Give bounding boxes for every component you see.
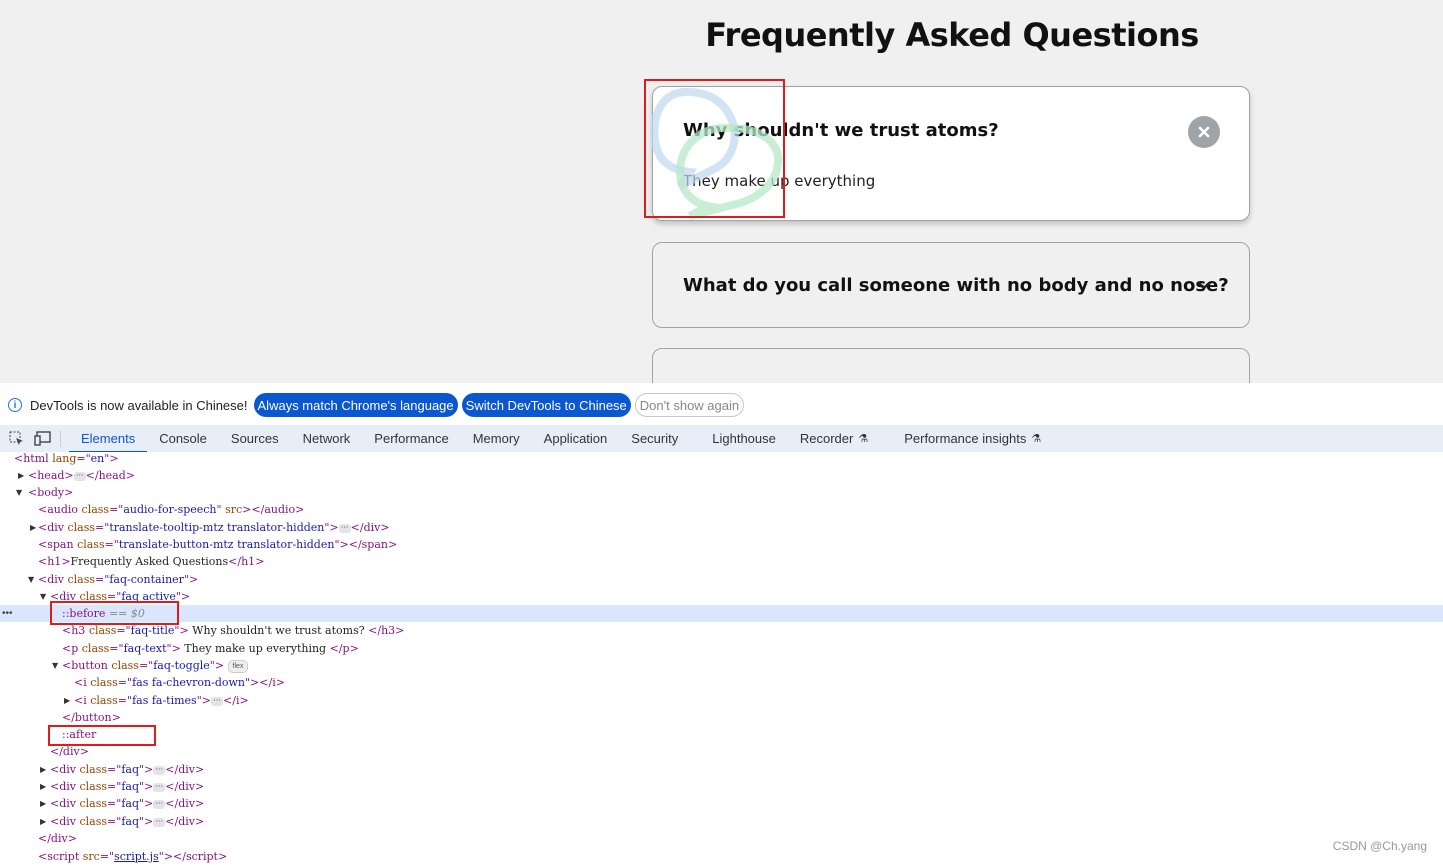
script-link[interactable]: script.js: [114, 850, 159, 863]
dom-node-div-close[interactable]: </div>: [0, 743, 1443, 760]
dismiss-button[interactable]: Don't show again: [634, 393, 745, 417]
expand-triangle-icon[interactable]: ▶: [40, 795, 46, 812]
dom-node-faq-active[interactable]: ▼ <div class="faq active">: [0, 588, 1443, 605]
experiment-icon: ⚗: [858, 433, 869, 445]
expand-triangle-icon[interactable]: ▶: [40, 778, 46, 795]
dom-node-button[interactable]: ▼ <button class="faq-toggle"> flex: [0, 657, 1443, 674]
device-toolbar-icon[interactable]: [32, 425, 52, 452]
watermark: CSDN @Ch.yang: [1332, 839, 1427, 853]
dom-node-h3[interactable]: <h3 class="faq-title"> Why shouldn't we …: [0, 622, 1443, 639]
tab-console[interactable]: Console: [147, 425, 219, 452]
collapse-triangle-icon[interactable]: ▼: [16, 484, 22, 501]
devtools-infobar: i DevTools is now available in Chinese! …: [0, 385, 1443, 425]
times-icon: [1198, 126, 1210, 138]
ellipsis-icon[interactable]: ···: [338, 523, 351, 533]
more-options-icon[interactable]: •••: [2, 605, 13, 622]
expand-triangle-icon[interactable]: ▶: [30, 519, 36, 536]
dom-node-faq[interactable]: ▶ <div class="faq"> ··· </div>: [0, 813, 1443, 830]
infobar-message: DevTools is now available in Chinese!: [30, 397, 248, 413]
ellipsis-icon[interactable]: ···: [73, 471, 86, 481]
faq-item: [652, 348, 1250, 383]
expand-triangle-icon[interactable]: ▶: [40, 813, 46, 830]
tab-memory[interactable]: Memory: [461, 425, 532, 452]
page-viewport: Frequently Asked Questions Why shouldn't…: [0, 0, 1443, 383]
ellipsis-icon[interactable]: ···: [153, 782, 166, 792]
separator: [60, 430, 61, 447]
expand-triangle-icon[interactable]: ▶: [40, 761, 46, 778]
collapse-triangle-icon[interactable]: ▼: [40, 588, 46, 605]
dom-node-after[interactable]: ::after: [0, 726, 1443, 743]
dom-node-faq[interactable]: ▶ <div class="faq"> ··· </div>: [0, 778, 1443, 795]
tab-label: Performance insights: [904, 431, 1027, 446]
dom-node-head[interactable]: ▶ <head> ··· </head>: [0, 467, 1443, 484]
faq-item-active: Why shouldn't we trust atoms? They make …: [652, 86, 1250, 221]
expand-triangle-icon[interactable]: ▶: [18, 467, 24, 484]
dom-node-span[interactable]: <span class="translate-button-mtz transl…: [0, 536, 1443, 553]
tab-performance[interactable]: Performance: [362, 425, 460, 452]
collapse-triangle-icon[interactable]: ▼: [52, 657, 58, 674]
dom-node-tooltip[interactable]: ▶ <div class="translate-tooltip-mtz trans…: [0, 519, 1443, 536]
tab-elements[interactable]: Elements: [69, 425, 148, 453]
collapse-triangle-icon[interactable]: ▼: [28, 571, 34, 588]
faq-answer: They make up everything: [683, 172, 876, 190]
ellipsis-icon[interactable]: ···: [153, 765, 166, 775]
dom-node-before[interactable]: •••::before == $0: [0, 605, 1443, 622]
expand-triangle-icon[interactable]: ▶: [64, 692, 70, 709]
elements-tree: <html lang="en"> ▶ <head> ··· </head> ▼ <bod…: [0, 452, 1443, 863]
dom-node-faq[interactable]: ▶ <div class="faq"> ··· </div>: [0, 795, 1443, 812]
tab-lighthouse[interactable]: Lighthouse: [700, 425, 788, 452]
faq-item: What do you call someone with no body an…: [652, 242, 1250, 328]
tab-sources[interactable]: Sources: [219, 425, 291, 452]
tab-security[interactable]: Security: [619, 425, 690, 452]
dom-node-i-chevron[interactable]: <i class="fas fa-chevron-down"></i>: [0, 674, 1443, 691]
experiment-icon: ⚗: [1031, 433, 1042, 445]
tab-performance-insights[interactable]: Performance insights ⚗: [892, 425, 1053, 452]
dom-node-body[interactable]: ▼ <body>: [0, 484, 1443, 501]
dom-node-audio[interactable]: <audio class="audio-for-speech" src></au…: [0, 501, 1443, 518]
dom-node-container-close[interactable]: </div>: [0, 830, 1443, 847]
faq-toggle-button[interactable]: [1188, 270, 1220, 302]
dom-node-button-close[interactable]: </button>: [0, 709, 1443, 726]
info-icon: i: [8, 398, 22, 412]
tab-recorder[interactable]: Recorder ⚗: [788, 425, 880, 452]
dom-node-faq[interactable]: ▶ <div class="faq"> ··· </div>: [0, 761, 1443, 778]
faq-question: What do you call someone with no body an…: [683, 275, 1229, 296]
flex-badge[interactable]: flex: [227, 659, 249, 673]
ellipsis-icon[interactable]: ···: [211, 696, 223, 706]
ellipsis-icon[interactable]: ···: [153, 799, 166, 809]
page-title: Frequently Asked Questions: [705, 16, 1199, 54]
faq-question: Why shouldn't we trust atoms?: [683, 120, 999, 141]
faq-toggle-button[interactable]: [1188, 116, 1220, 148]
ellipsis-icon[interactable]: ···: [153, 817, 166, 827]
dom-node-html[interactable]: <html lang="en">: [0, 450, 1443, 467]
dom-node-faq-container[interactable]: ▼ <div class="faq-container">: [0, 571, 1443, 588]
dom-node-h1[interactable]: <h1>Frequently Asked Questions</h1>: [0, 553, 1443, 570]
switch-language-button[interactable]: Switch DevTools to Chinese: [461, 393, 631, 417]
dom-node-i-times[interactable]: ▶ <i class="fas fa-times"> ··· </i>: [0, 692, 1443, 709]
inspect-element-icon[interactable]: [6, 425, 26, 452]
tab-label: Recorder: [799, 431, 854, 446]
chevron-down-icon: [1197, 281, 1211, 290]
dom-node-p[interactable]: <p class="faq-text"> They make up everyt…: [0, 640, 1443, 657]
dom-node-script[interactable]: <script src="script.js"></script>: [0, 848, 1443, 865]
devtools-tabbar: Elements Console Sources Network Perform…: [0, 425, 1443, 453]
tab-application[interactable]: Application: [532, 425, 620, 452]
match-language-button[interactable]: Always match Chrome's language: [253, 393, 458, 417]
tab-network[interactable]: Network: [291, 425, 363, 452]
